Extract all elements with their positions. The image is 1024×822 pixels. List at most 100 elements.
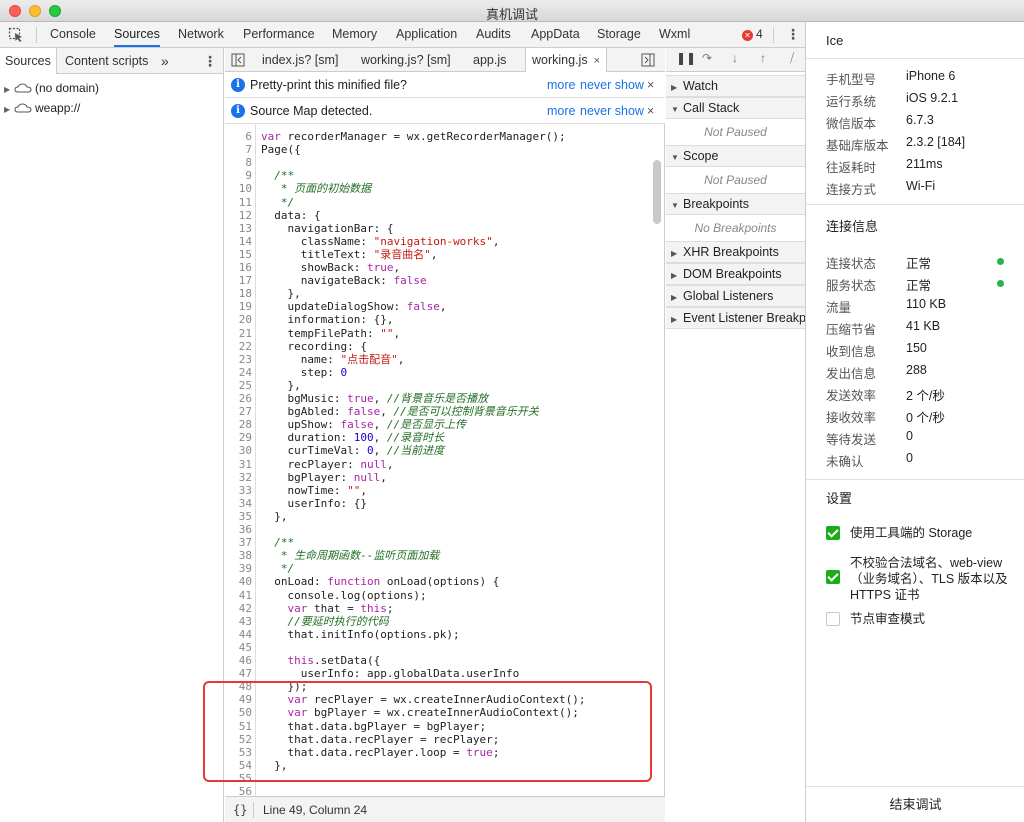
editor-tab-index-js-sm[interactable]: index.js? [sm] — [262, 48, 338, 72]
line-number[interactable]: 15 — [225, 248, 252, 261]
line-number[interactable]: 37 — [225, 536, 252, 549]
expand-arrow-icon[interactable]: ▶ — [671, 265, 683, 286]
line-number[interactable]: 20 — [225, 313, 252, 326]
setting-label[interactable]: 使用工具端的 Storage — [850, 525, 1010, 541]
line-number[interactable]: 51 — [225, 720, 252, 733]
setting-checkbox[interactable] — [826, 612, 840, 626]
setting-label[interactable]: 节点审查模式 — [850, 611, 1010, 627]
editor-tab-app-js[interactable]: app.js — [473, 48, 506, 72]
line-number[interactable]: 21 — [225, 327, 252, 340]
line-number[interactable]: 17 — [225, 274, 252, 287]
line-number[interactable]: 6 — [225, 130, 252, 143]
line-number[interactable]: 35 — [225, 510, 252, 523]
line-number[interactable]: 31 — [225, 458, 252, 471]
pause-icon[interactable]: ❚❚ — [676, 51, 696, 65]
line-number[interactable]: 28 — [225, 418, 252, 431]
line-number[interactable]: 30 — [225, 444, 252, 457]
line-number[interactable]: 34 — [225, 497, 252, 510]
close-infobar-icon[interactable]: × — [647, 98, 654, 124]
step-into-icon[interactable]: ↓ — [732, 51, 738, 65]
vertical-scrollbar[interactable] — [653, 160, 661, 224]
line-number[interactable]: 26 — [225, 392, 252, 405]
line-number[interactable]: 46 — [225, 654, 252, 667]
tab-memory[interactable]: Memory — [332, 22, 377, 47]
tab-wxml[interactable]: Wxml — [659, 22, 690, 47]
expand-arrow-icon[interactable]: ▶ — [4, 80, 12, 100]
line-number[interactable]: 42 — [225, 602, 252, 615]
inspect-element-icon[interactable] — [8, 27, 24, 43]
tab-application[interactable]: Application — [396, 22, 457, 47]
line-number[interactable]: 13 — [225, 222, 252, 235]
tab-network[interactable]: Network — [178, 22, 224, 47]
line-number[interactable]: 22 — [225, 340, 252, 353]
line-number[interactable]: 16 — [225, 261, 252, 274]
tab-audits[interactable]: Audits — [476, 22, 511, 47]
setting-label[interactable]: 不校验合法域名、web-view（业务域名）、TLS 版本以及 HTTPS 证书 — [850, 555, 1010, 603]
error-count-badge[interactable]: ✕ 4 — [742, 27, 763, 41]
collapse-arrow-icon[interactable]: ▼ — [671, 195, 683, 216]
deactivate-breakpoints-icon[interactable]: ⧸ — [790, 51, 794, 66]
line-number[interactable]: 19 — [225, 300, 252, 313]
line-number[interactable]: 27 — [225, 405, 252, 418]
tab-storage[interactable]: Storage — [597, 22, 641, 47]
line-number[interactable]: 12 — [225, 209, 252, 222]
section-event-listener-breakpoints[interactable]: ▶Event Listener Breakpoints — [666, 307, 805, 329]
editor-tab-working-js[interactable]: working.js × — [525, 48, 608, 72]
collapse-arrow-icon[interactable]: ▼ — [671, 147, 683, 168]
infobar-more-link[interactable]: more — [547, 72, 575, 98]
line-number[interactable]: 33 — [225, 484, 252, 497]
line-number[interactable]: 29 — [225, 431, 252, 444]
line-number[interactable]: 44 — [225, 628, 252, 641]
toggle-navigator-icon[interactable] — [231, 53, 245, 67]
line-number[interactable]: 45 — [225, 641, 252, 654]
section-scope[interactable]: ▼ Scope — [666, 145, 805, 167]
line-number[interactable]: 54 — [225, 759, 252, 772]
section-dom-breakpoints[interactable]: ▶ DOM Breakpoints — [666, 263, 805, 285]
section-watch[interactable]: ▶ Watch — [666, 75, 805, 97]
close-infobar-icon[interactable]: × — [647, 72, 654, 98]
tab-console[interactable]: Console — [50, 22, 96, 47]
tab-appdata[interactable]: AppData — [531, 22, 580, 47]
line-number[interactable]: 43 — [225, 615, 252, 628]
infobar-more-link[interactable]: more — [547, 98, 575, 124]
line-number[interactable]: 8 — [225, 156, 252, 169]
line-number[interactable]: 53 — [225, 746, 252, 759]
line-number[interactable]: 25 — [225, 379, 252, 392]
expand-arrow-icon[interactable]: ▶ — [671, 287, 683, 308]
line-number[interactable]: 55 — [225, 772, 252, 785]
line-number[interactable]: 36 — [225, 523, 252, 536]
line-number[interactable]: 50 — [225, 706, 252, 719]
toggle-debugger-icon[interactable] — [641, 53, 655, 67]
expand-arrow-icon[interactable]: ▶ — [671, 77, 683, 98]
expand-arrow-icon[interactable]: ▶ — [4, 100, 12, 120]
line-number[interactable]: 23 — [225, 353, 252, 366]
close-tab-icon[interactable]: × — [594, 55, 600, 67]
line-number[interactable]: 40 — [225, 575, 252, 588]
tab-sources[interactable]: Sources — [114, 22, 160, 47]
step-over-icon[interactable]: ↷ — [702, 51, 712, 65]
editor-tab-working-js-sm[interactable]: working.js? [sm] — [361, 48, 451, 72]
navigator-menu-icon[interactable]: ⋮ — [203, 48, 217, 74]
line-number[interactable]: 48 — [225, 680, 252, 693]
line-number[interactable]: 11 — [225, 196, 252, 209]
section-global-listeners[interactable]: ▶ Global Listeners — [666, 285, 805, 307]
line-number[interactable]: 9 — [225, 169, 252, 182]
line-number[interactable]: 10 — [225, 182, 252, 195]
setting-checkbox[interactable] — [826, 526, 840, 540]
line-number[interactable]: 18 — [225, 287, 252, 300]
section-call-stack[interactable]: ▼ Call Stack — [666, 97, 805, 119]
line-number[interactable]: 41 — [225, 589, 252, 602]
infobar-never-show-link[interactable]: never show — [580, 72, 644, 98]
setting-checkbox[interactable] — [826, 570, 840, 584]
nav-tab-sources[interactable]: Sources — [0, 48, 57, 74]
tab-performance[interactable]: Performance — [243, 22, 315, 47]
line-number[interactable]: 52 — [225, 733, 252, 746]
section-breakpoints[interactable]: ▼ Breakpoints — [666, 193, 805, 215]
expand-arrow-icon[interactable]: ▶ — [671, 243, 683, 264]
collapse-arrow-icon[interactable]: ▼ — [671, 99, 683, 120]
pretty-print-button[interactable]: {} — [233, 797, 247, 822]
nav-tab-content-scripts[interactable]: Content scripts — [65, 48, 148, 74]
section-xhr-breakpoints[interactable]: ▶ XHR Breakpoints — [666, 241, 805, 263]
line-number[interactable]: 49 — [225, 693, 252, 706]
line-number[interactable]: 47 — [225, 667, 252, 680]
